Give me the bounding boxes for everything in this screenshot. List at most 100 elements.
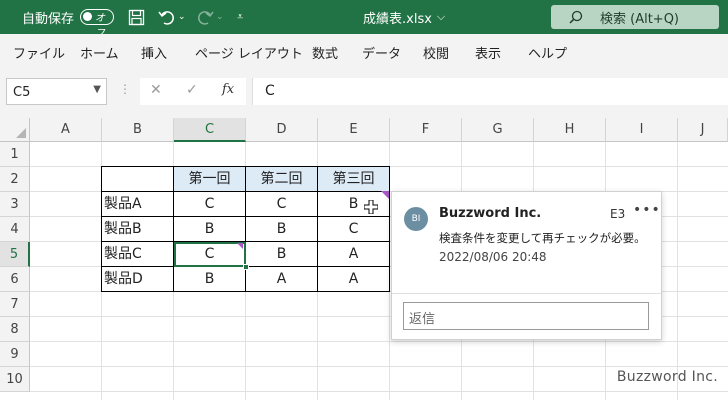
gridline: [30, 391, 728, 392]
redo-icon: [198, 10, 214, 25]
cell-cursor-icon: [364, 200, 378, 214]
table-cell[interactable]: B: [174, 267, 246, 292]
tab-review[interactable]: 校閲: [423, 43, 449, 62]
autosave-control[interactable]: 自動保存 オフ: [22, 0, 115, 39]
table-cell[interactable]: B: [246, 242, 318, 267]
row-header-1[interactable]: 1: [0, 142, 30, 167]
row-header-10[interactable]: 10: [0, 367, 30, 392]
search-label: 検索 (Alt+Q): [600, 11, 680, 27]
search-box[interactable]: 検索 (Alt+Q): [551, 5, 719, 29]
tab-data[interactable]: データ: [362, 43, 401, 62]
table-cell[interactable]: B: [174, 217, 246, 242]
table-cell[interactable]: A: [318, 267, 390, 292]
more-options-icon[interactable]: •••: [633, 202, 661, 218]
row-header-2[interactable]: 2: [0, 167, 30, 192]
row-header-8[interactable]: 8: [0, 317, 30, 342]
select-all-button[interactable]: [0, 118, 30, 142]
tab-page-layout[interactable]: ページ レイアウト: [195, 43, 303, 62]
active-cell-c5[interactable]: C: [174, 242, 249, 270]
row-label-cell[interactable]: 製品C: [102, 242, 174, 267]
comment-card[interactable]: BI Buzzword Inc. E3 ••• 検査条件を変更して再チェックが必…: [391, 191, 662, 340]
cancel-icon[interactable]: ✕: [150, 82, 162, 98]
enter-icon[interactable]: ✓: [186, 82, 198, 98]
table-header-cell[interactable]: 第一回: [174, 167, 246, 192]
fill-handle[interactable]: [243, 264, 249, 270]
reply-input[interactable]: 返信: [403, 302, 649, 330]
tab-formulas[interactable]: 数式: [312, 43, 338, 62]
table-header-cell[interactable]: 第三回: [318, 167, 390, 192]
row-label-cell[interactable]: 製品D: [102, 267, 174, 292]
table-cell[interactable]: C: [318, 217, 390, 242]
gridline: [30, 366, 728, 367]
comment-text: 検査条件を変更して再チェックが必要。: [439, 231, 646, 245]
tab-home[interactable]: ホーム: [80, 43, 119, 62]
tab-file[interactable]: ファイル: [13, 43, 65, 62]
column-header-j[interactable]: J: [678, 118, 728, 142]
table-cell-e3[interactable]: B: [318, 191, 390, 217]
column-header-c[interactable]: C: [174, 118, 246, 142]
table-cell[interactable]: A: [318, 242, 390, 267]
column-header-i[interactable]: I: [606, 118, 678, 142]
undo-dropdown-icon[interactable]: ⌄: [178, 12, 186, 22]
formula-value: C: [265, 83, 275, 99]
comment-cell-ref: E3: [610, 207, 626, 221]
file-name[interactable]: 成績表.xlsx ⌵: [363, 0, 445, 34]
name-box-value: C5: [13, 85, 31, 100]
table-corner-cell[interactable]: [102, 167, 174, 192]
toggle-knob-icon: [83, 12, 93, 21]
column-header-d[interactable]: D: [246, 118, 318, 142]
table-cell[interactable]: C: [174, 192, 246, 217]
avatar: BI: [404, 207, 428, 231]
cell-value: B: [348, 196, 359, 212]
chevron-down-icon: ⌵: [436, 10, 446, 23]
redo-dropdown-icon[interactable]: ⌄: [216, 12, 224, 22]
customize-toolbar-button[interactable]: ⩡: [237, 0, 243, 34]
row-header-5[interactable]: 5: [0, 242, 30, 267]
gridline: [30, 341, 728, 342]
table-cell[interactable]: B: [246, 217, 318, 242]
row-label-cell[interactable]: 製品A: [102, 192, 174, 217]
column-header-e[interactable]: E: [318, 118, 390, 142]
autosave-label: 自動保存: [22, 11, 75, 27]
name-box[interactable]: C5 ▼: [6, 78, 107, 105]
row-header-9[interactable]: 9: [0, 342, 30, 367]
chevron-down-icon[interactable]: ▼: [93, 84, 101, 95]
comment-author: Buzzword Inc.: [439, 206, 542, 221]
save-button[interactable]: [128, 0, 145, 34]
undo-button[interactable]: ⌄: [158, 0, 186, 34]
column-header-h[interactable]: H: [534, 118, 606, 142]
insert-function-icon[interactable]: fx: [222, 82, 234, 97]
undo-icon: [158, 10, 174, 25]
customize-toolbar-icon: ⩡: [237, 10, 244, 23]
cell-value: C: [204, 246, 215, 262]
redo-button[interactable]: ⌄: [196, 0, 224, 34]
row-header-7[interactable]: 7: [0, 292, 30, 317]
row-header-4[interactable]: 4: [0, 217, 30, 242]
tab-insert[interactable]: 挿入: [141, 43, 167, 62]
column-header-f[interactable]: F: [390, 118, 462, 142]
column-header-b[interactable]: B: [102, 118, 174, 142]
divider: [392, 293, 661, 294]
comment-marker-icon: [381, 191, 389, 199]
comment-timestamp: 2022/08/06 20:48: [439, 250, 547, 264]
ribbon-tabs: ファイル ホーム 挿入 ページ レイアウト 数式 データ 校閲 表示 ヘルプ: [0, 34, 728, 68]
tab-view[interactable]: 表示: [475, 43, 501, 62]
formula-bar-area: C5 ▼ ⋮ ✕ ✓ fx C: [0, 68, 728, 118]
column-header-g[interactable]: G: [462, 118, 534, 142]
row-header-6[interactable]: 6: [0, 267, 30, 292]
autosave-toggle[interactable]: オフ: [80, 9, 115, 39]
row-header-3[interactable]: 3: [0, 192, 30, 217]
save-icon: [128, 9, 145, 25]
column-header-a[interactable]: A: [30, 118, 102, 142]
grade-table: 第一回 第二回 第三回 製品A C C B 製品B B B C 製品C C B …: [101, 166, 390, 292]
formula-input[interactable]: C: [252, 78, 728, 105]
more-options-icon[interactable]: ⋮: [119, 82, 131, 96]
comment-marker-icon: [237, 243, 243, 249]
table-header-cell[interactable]: 第二回: [246, 167, 318, 192]
row-label-cell[interactable]: 製品B: [102, 217, 174, 242]
file-name-label: 成績表.xlsx: [363, 11, 432, 27]
tab-help[interactable]: ヘルプ: [528, 43, 567, 62]
table-cell[interactable]: A: [246, 267, 318, 292]
table-cell[interactable]: C: [246, 192, 318, 217]
watermark: Buzzword Inc.: [616, 369, 718, 385]
